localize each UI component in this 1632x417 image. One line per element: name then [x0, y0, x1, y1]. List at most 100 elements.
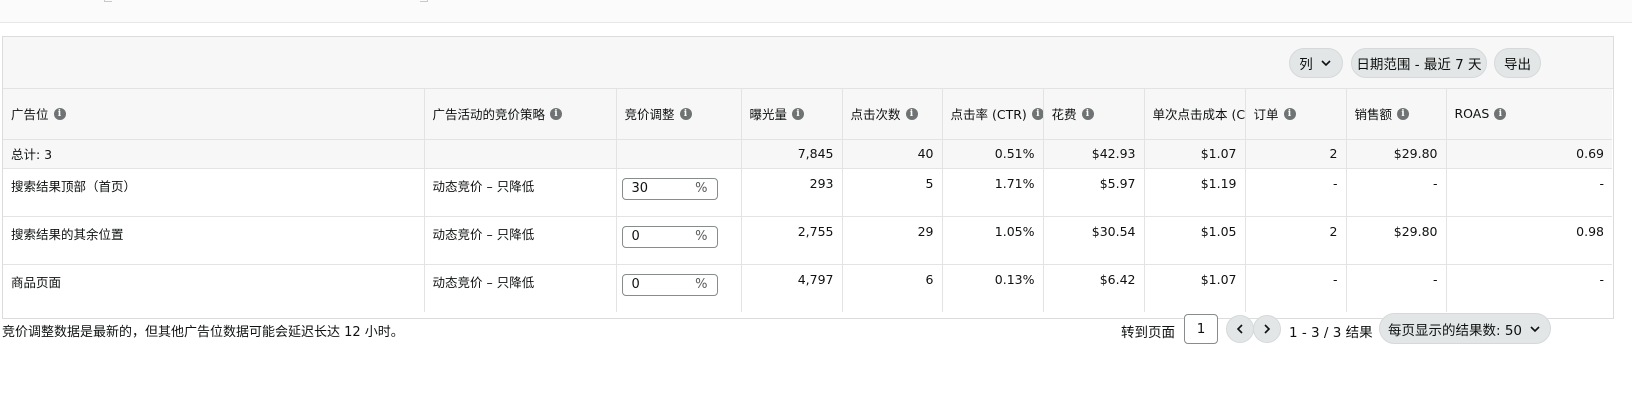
table-toolbar: 列 日期范围 - 最近 7 天 导出	[3, 37, 1613, 89]
clicks-cell: 6	[842, 264, 943, 312]
placement-cell: 商品页面	[3, 264, 425, 312]
top-strip	[0, 0, 1632, 23]
strategy-cell: 动态竞价 – 只降低	[424, 168, 617, 217]
bid-adjust-value: 30	[631, 181, 649, 196]
sales-cell: -	[1346, 264, 1447, 312]
impressions-cell: 2,755	[741, 216, 843, 265]
info-circle-icon[interactable]: i	[1397, 107, 1410, 120]
chevron-down-icon	[1530, 325, 1540, 332]
total-roas: 0.69	[1446, 139, 1612, 169]
header-sales[interactable]: 销售额 i	[1346, 89, 1447, 140]
info-circle-icon[interactable]: i	[550, 107, 563, 120]
info-circle-icon[interactable]: i	[1283, 107, 1296, 120]
chevron-down-icon	[1321, 60, 1331, 67]
cpc-cell: $1.05	[1144, 216, 1246, 265]
clicks-cell: 29	[842, 216, 943, 265]
clicks-cell: 5	[842, 168, 943, 217]
data-delay-note: 竞价调整数据是最新的，但其他广告位数据可能会延迟长达 12 小时。	[2, 325, 404, 340]
header-roas[interactable]: ROAS i	[1446, 89, 1612, 140]
info-circle-icon[interactable]: i	[905, 107, 918, 120]
info-circle-icon[interactable]: i	[679, 107, 692, 120]
roas-cell: -	[1599, 271, 1604, 287]
header-placement[interactable]: 广告位 i	[3, 89, 425, 140]
info-circle-icon[interactable]: i	[1081, 107, 1094, 120]
roas-cell: -	[1446, 168, 1612, 217]
total-label: 总计: 3	[3, 139, 425, 169]
total-sales: $29.80	[1346, 139, 1447, 169]
bid-adjust-input[interactable]: 0 %	[621, 225, 718, 248]
percent-suffix: %	[695, 229, 708, 244]
table-row: 搜索结果顶部（首页） 动态竞价 – 只降低 30 % 293 5 1.71% $…	[3, 168, 1612, 217]
goto-page-label: 转到页面	[1121, 325, 1175, 341]
results-per-page-label: 每页显示的结果数: 50	[1387, 322, 1523, 339]
columns-button-label: 列	[1299, 57, 1313, 73]
spend-cell: $5.97	[1043, 168, 1145, 217]
roas-cell: 0.98	[1446, 216, 1612, 265]
total-impressions: 7,845	[741, 139, 843, 169]
total-ctr: 0.51%	[942, 139, 1044, 169]
next-page-button[interactable]	[1253, 315, 1281, 343]
export-button-label: 导出	[1504, 57, 1531, 73]
bid-adjust-cell: 0 %	[616, 264, 742, 312]
orders-cell: -	[1245, 168, 1347, 217]
info-circle-icon[interactable]: i	[1494, 107, 1507, 120]
total-row: 总计: 3 7,845 40 0.51% $42.93 $1.07 2 $29.…	[3, 139, 1612, 169]
page-number-input[interactable]: 1	[1184, 314, 1218, 344]
placement-table: 广告位 i 广告活动的竞价策略 i 竞价调整 i 曝光量 i 点击次数 i 点击率 (CT…	[3, 89, 1612, 312]
impressions-cell: 4,797	[741, 264, 843, 312]
export-button[interactable]: 导出	[1494, 48, 1541, 78]
info-circle-icon[interactable]: i	[1031, 107, 1042, 120]
header-bid-adjustment[interactable]: 竞价调整 i	[616, 89, 742, 140]
placement-cell: 搜索结果顶部（首页）	[3, 168, 425, 217]
total-cpc: $1.07	[1144, 139, 1246, 169]
header-impressions[interactable]: 曝光量 i	[741, 89, 843, 140]
columns-button[interactable]: 列	[1289, 48, 1343, 78]
header-ctr[interactable]: 点击率 (CTR) i	[942, 89, 1044, 140]
total-spend: $42.93	[1043, 139, 1145, 169]
total-bid-empty	[616, 139, 742, 169]
header-spend[interactable]: 花费 i	[1043, 89, 1145, 140]
date-range-button[interactable]: 日期范围 - 最近 7 天	[1351, 48, 1487, 78]
cpc-cell: $1.19	[1144, 168, 1246, 217]
cut-off-bracket-right	[420, 0, 428, 2]
info-circle-icon[interactable]: i	[792, 107, 805, 120]
header-cpc[interactable]: 单次点击成本 (CPC)	[1144, 89, 1246, 140]
header-clicks[interactable]: 点击次数 i	[842, 89, 943, 140]
header-bid-strategy[interactable]: 广告活动的竞价策略 i	[424, 89, 617, 140]
percent-suffix: %	[695, 277, 708, 292]
date-range-label: 日期范围 - 最近 7 天	[1356, 57, 1482, 73]
orders-cell: -	[1245, 264, 1347, 312]
bid-adjust-input[interactable]: 30 %	[621, 177, 718, 200]
sales-cell: -	[1346, 168, 1447, 217]
cut-off-bracket-left	[104, 0, 112, 2]
ctr-cell: 1.71%	[942, 168, 1044, 217]
sales-cell: $29.80	[1346, 216, 1447, 265]
total-clicks: 40	[842, 139, 943, 169]
placement-table-panel: 列 日期范围 - 最近 7 天 导出 广告位 i 广告活动的竞价策略 i 竞价调整 i…	[2, 36, 1614, 319]
page-number-value: 1	[1196, 321, 1206, 337]
strategy-cell: 动态竞价 – 只降低	[424, 216, 617, 265]
bid-adjust-cell: 30 %	[616, 168, 742, 217]
total-orders: 2	[1245, 139, 1347, 169]
ctr-cell: 0.13%	[942, 264, 1044, 312]
info-circle-icon[interactable]: i	[53, 107, 66, 120]
strategy-cell: 动态竞价 – 只降低	[424, 264, 617, 312]
bid-adjust-cell: 0 %	[616, 216, 742, 265]
prev-page-button[interactable]	[1226, 315, 1254, 343]
table-row: 搜索结果的其余位置 动态竞价 – 只降低 0 % 2,755 29 1.05% …	[3, 216, 1612, 265]
bid-adjust-value: 0	[631, 229, 640, 244]
total-strategy-empty	[424, 139, 617, 169]
chevron-right-icon	[1264, 324, 1271, 334]
table-header-row: 广告位 i 广告活动的竞价策略 i 竞价调整 i 曝光量 i 点击次数 i 点击率 (CT…	[3, 89, 1612, 140]
chevron-left-icon	[1236, 324, 1243, 334]
bid-adjust-value: 0	[631, 277, 640, 292]
results-per-page-dropdown[interactable]: 每页显示的结果数: 50	[1379, 313, 1551, 344]
ctr-cell: 1.05%	[942, 216, 1044, 265]
bid-adjust-input[interactable]: 0 %	[621, 273, 718, 296]
header-orders[interactable]: 订单 i	[1245, 89, 1347, 140]
impressions-cell: 293	[741, 168, 843, 217]
placement-cell: 搜索结果的其余位置	[3, 216, 425, 265]
results-range: 1 - 3 / 3 结果	[1289, 325, 1373, 341]
cpc-cell: $1.07	[1144, 264, 1246, 312]
table-row: 商品页面 动态竞价 – 只降低 0 % 4,797 6 0.13% $6.42 …	[3, 264, 1612, 312]
